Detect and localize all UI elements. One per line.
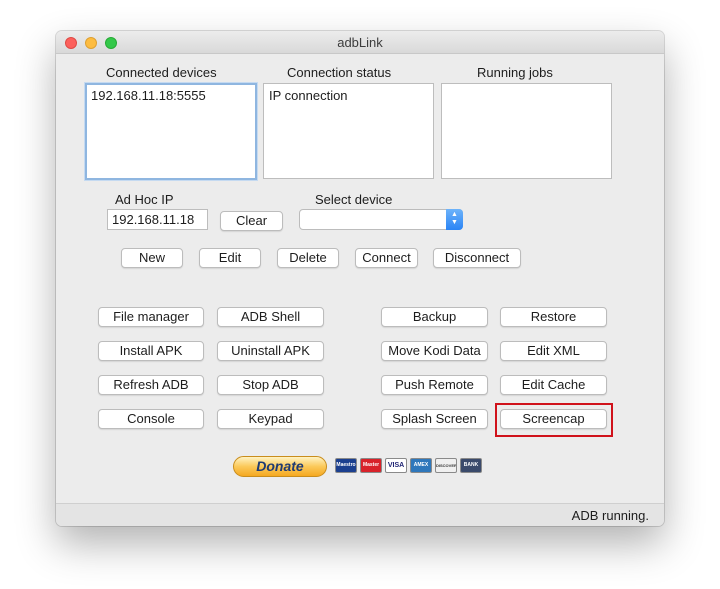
connected-devices-list[interactable]: 192.168.11.18:5555 <box>85 83 257 180</box>
donate-button[interactable]: Donate <box>233 456 327 477</box>
push-remote-button[interactable]: Push Remote <box>381 375 488 395</box>
edit-xml-button[interactable]: Edit XML <box>500 341 607 361</box>
connection-status-label: Connection status <box>287 65 392 80</box>
delete-button[interactable]: Delete <box>277 248 339 268</box>
restore-button[interactable]: Restore <box>500 307 607 327</box>
bank-card-icon: BANK <box>460 458 482 473</box>
edit-button[interactable]: Edit <box>199 248 261 268</box>
move-kodi-data-button[interactable]: Move Kodi Data <box>381 341 488 361</box>
adb-shell-button[interactable]: ADB Shell <box>217 307 324 327</box>
list-item: IP connection <box>269 88 348 103</box>
payment-cards: Maestro Master VISA AMEX DISCOVER BANK <box>335 458 482 474</box>
new-button[interactable]: New <box>121 248 183 268</box>
select-device-label: Select device <box>315 192 393 207</box>
status-bar: ADB running. <box>56 503 664 526</box>
list-item[interactable]: 192.168.11.18:5555 <box>91 87 251 104</box>
stop-adb-button[interactable]: Stop ADB <box>217 375 324 395</box>
connect-button[interactable]: Connect <box>355 248 418 268</box>
running-jobs-list[interactable] <box>441 83 612 179</box>
backup-button[interactable]: Backup <box>381 307 488 327</box>
amex-card-icon: AMEX <box>410 458 432 473</box>
screencap-highlight-box <box>495 403 613 437</box>
discover-card-icon: DISCOVER <box>435 458 457 473</box>
visa-card-icon: VISA <box>385 458 407 473</box>
maestro-card-icon: Maestro <box>335 458 357 473</box>
splash-screen-button[interactable]: Splash Screen <box>381 409 488 429</box>
ad-hoc-ip-label: Ad Hoc IP <box>115 192 174 207</box>
mastercard-icon: Master <box>360 458 382 473</box>
install-apk-button[interactable]: Install APK <box>98 341 204 361</box>
connected-devices-label: Connected devices <box>106 65 217 80</box>
window-title: adbLink <box>337 35 383 50</box>
console-button[interactable]: Console <box>98 409 204 429</box>
select-device-dropdown[interactable]: ▲ ▼ <box>299 209 463 230</box>
keypad-button[interactable]: Keypad <box>217 409 324 429</box>
status-text: ADB running. <box>571 508 649 523</box>
adblink-window: adbLink Connected devices Connection sta… <box>56 31 664 526</box>
running-jobs-label: Running jobs <box>477 65 553 80</box>
connection-status-list[interactable]: IP connection <box>263 83 434 179</box>
chevron-up-down-icon: ▲ ▼ <box>446 209 463 230</box>
file-manager-button[interactable]: File manager <box>98 307 204 327</box>
uninstall-apk-button[interactable]: Uninstall APK <box>217 341 324 361</box>
disconnect-button[interactable]: Disconnect <box>433 248 521 268</box>
refresh-adb-button[interactable]: Refresh ADB <box>98 375 204 395</box>
ad-hoc-ip-input[interactable] <box>107 209 208 230</box>
edit-cache-button[interactable]: Edit Cache <box>500 375 607 395</box>
title-bar: adbLink <box>56 31 664 54</box>
clear-button[interactable]: Clear <box>220 211 283 231</box>
